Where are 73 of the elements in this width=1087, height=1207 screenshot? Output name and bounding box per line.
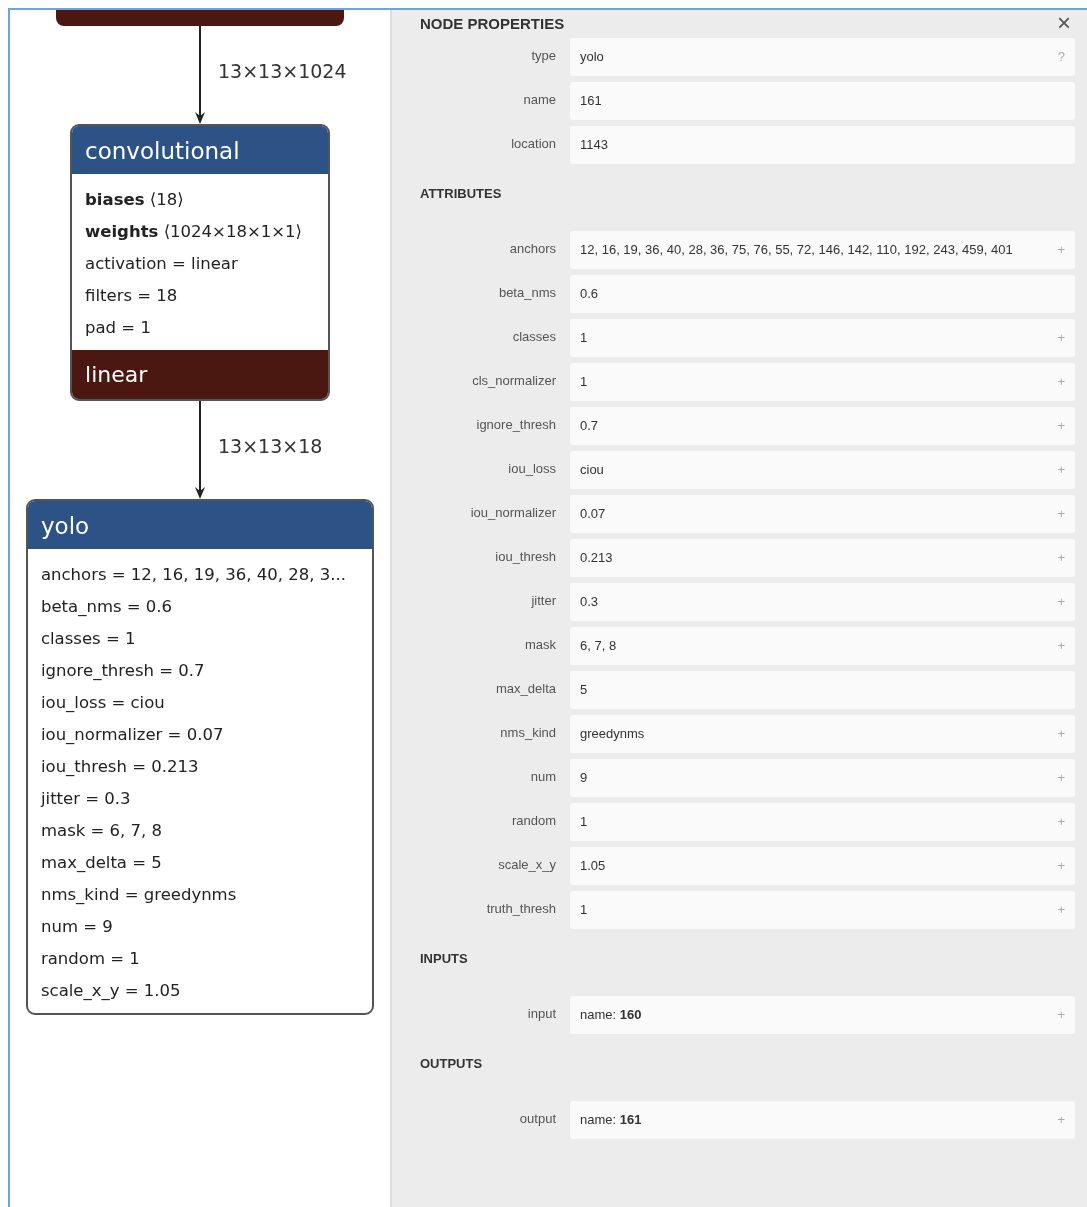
property-field[interactable]: 1 + (570, 363, 1075, 401)
panel-title: NODE PROPERTIES (420, 14, 565, 32)
property-label: beta_nms (497, 284, 557, 300)
property-field[interactable]: 5 (570, 671, 1075, 709)
section-header: ATTRIBUTES (420, 186, 503, 201)
node-attribute: anchors = 12, 16, 19, 36, 40, 28, 3... (40, 564, 346, 586)
property-label: iou_thresh (494, 548, 557, 564)
property-field[interactable]: 1143 (570, 126, 1075, 164)
property-field[interactable]: 0.213 + (570, 539, 1075, 577)
node-attribute: random = 1 (40, 948, 141, 970)
property-label: random (510, 812, 557, 828)
node-attribute: iou_normalizer = 0.07 (40, 724, 225, 746)
node-attribute: ignore_thresh = 0.7 (40, 660, 206, 682)
property-field[interactable]: ciou + (570, 451, 1075, 489)
section-header: INPUTS (420, 951, 469, 966)
property-field[interactable]: 0.6 (570, 275, 1075, 313)
edge-label: 13×13×1024 (218, 60, 347, 82)
node-attribute: iou_thresh = 0.213 (40, 756, 200, 778)
property-label: nms_kind (499, 724, 557, 740)
node-title: yolo (27, 501, 372, 549)
node-attribute: classes = 1 (40, 628, 137, 650)
node-attribute: jitter = 0.3 (40, 788, 132, 810)
property-label: num (529, 768, 557, 784)
property-label: max_delta (495, 680, 557, 696)
property-field[interactable]: name: 160 + (570, 996, 1075, 1034)
property-field[interactable]: 1.05 + (570, 847, 1075, 885)
node-attribute: pad = 1 (85, 317, 152, 339)
property-label: iou_loss (507, 460, 557, 476)
property-label: output (518, 1110, 557, 1126)
node-attribute: beta_nms = 0.6 (40, 596, 174, 618)
property-field[interactable]: 0.07 + (570, 495, 1075, 533)
property-label: cls_normalizer (471, 372, 557, 388)
property-field[interactable]: 0.7 + (570, 407, 1075, 445)
node-attribute: activation = linear (85, 253, 239, 275)
node-attribute: nms_kind = greedynms (40, 884, 238, 906)
property-field[interactable]: 1 + (570, 891, 1075, 929)
property-field[interactable]: 6, 7, 8 + (570, 627, 1075, 665)
property-label: jitter (530, 592, 557, 608)
node-attribute: max_delta = 5 (40, 852, 163, 874)
property-field[interactable]: 0.3 + (570, 583, 1075, 621)
property-label: truth_thresh (485, 900, 557, 916)
property-field[interactable]: 161 (570, 82, 1075, 120)
edge-label: 13×13×18 (218, 435, 323, 457)
layer-node[interactable] (25, 499, 374, 1015)
node-activation: linear (72, 350, 328, 399)
property-field[interactable]: 1 + (570, 319, 1075, 357)
property-field[interactable]: 12, 16, 19, 36, 40, 28, 36, 75, 76, 55, 72, 146, 142, 110, 192, 243, 459, 401 + (570, 231, 1075, 269)
node-attribute: filters = 18 (85, 285, 179, 307)
property-label: scale_x_y (497, 856, 557, 872)
property-label: type (530, 47, 557, 63)
close-button[interactable]: × (1053, 9, 1075, 37)
node-attribute: iou_loss = ciou (40, 692, 166, 714)
node-attribute: biases ⟨18⟩ (85, 189, 185, 211)
property-label: name (522, 91, 557, 107)
layer-node[interactable]: convolutional biases ⟨18⟩ weights ⟨1024×18×1×1⟩ activation = linear filters = 18 pad = 1 linear (70, 124, 330, 401)
property-field[interactable]: name: 161 + (570, 1101, 1075, 1139)
node-title: convolutional (72, 126, 328, 174)
property-label: ignore_thresh (475, 416, 557, 432)
node-attribute: mask = 6, 7, 8 (40, 820, 164, 842)
property-field[interactable]: greedynms + (570, 715, 1075, 753)
node-attribute: scale_x_y = 1.05 (40, 980, 182, 1002)
property-field[interactable]: 1 + (570, 803, 1075, 841)
property-label: classes (511, 328, 557, 344)
property-label: mask (523, 636, 557, 652)
property-field[interactable]: yolo ? (570, 38, 1075, 76)
property-label: iou_normalizer (469, 504, 557, 520)
section-header: OUTPUTS (420, 1056, 484, 1071)
property-label: location (510, 135, 557, 151)
node-attribute: weights ⟨1024×18×1×1⟩ (85, 221, 302, 243)
property-label: anchors (508, 240, 557, 256)
node-attribute: num = 9 (40, 916, 114, 938)
property-field[interactable]: 9 + (570, 759, 1075, 797)
property-label: input (526, 1005, 557, 1021)
